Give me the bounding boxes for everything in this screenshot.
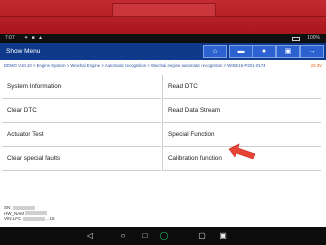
vehicle-info-row: VIN:LFC ...15	[4, 216, 55, 222]
battery-voltage: 23.3V	[308, 60, 322, 71]
pointer-arrow-icon	[228, 143, 256, 160]
vehicle-info-value: ...15	[45, 216, 55, 221]
back-icon[interactable]: ◁	[85, 231, 95, 241]
redacted-value	[12, 205, 35, 210]
menu-clear-dtc[interactable]: Clear DTC	[2, 99, 161, 123]
battery-icon	[292, 37, 300, 41]
menu-system-information[interactable]: System Information	[2, 75, 161, 99]
status-bar: 7:07 ✦ ■ ▲ 100%	[0, 34, 326, 43]
home-icon: ⌂	[212, 48, 218, 55]
exit-button[interactable]: →	[300, 45, 324, 58]
vci-icon[interactable]: ◯	[159, 231, 169, 241]
function-menu: System Information Read DTC Clear DTC Re…	[0, 71, 326, 237]
menu-actuator-test[interactable]: Actuator Test	[2, 123, 161, 147]
android-nav-bar: ◁ ○ □ ◯ ▢ ▣	[0, 227, 326, 245]
home-button[interactable]: ⌂	[203, 45, 227, 58]
page-title: Show Menu	[6, 48, 41, 55]
print-button[interactable]: ▣	[276, 45, 300, 58]
battery-level: 100%	[307, 35, 320, 41]
menu-read-data-stream[interactable]: Read Data Stream	[162, 99, 321, 123]
screenshot-icon[interactable]: ▢	[197, 231, 207, 241]
recent-apps-icon[interactable]: □	[140, 231, 150, 241]
chat-icon: ●	[261, 48, 267, 55]
status-time: 7:07	[5, 35, 15, 41]
redacted-value	[22, 216, 45, 221]
breadcrumb-path: DEMO V10.10 > Engine System > Weichai En…	[4, 63, 266, 68]
vehicle-info: SN: HW_NAM VIN:LFC ...15	[4, 205, 55, 222]
device-top-bezel	[0, 0, 326, 34]
gallery-icon[interactable]: ▣	[218, 231, 228, 241]
vehicle-info-label: VIN:LFC	[4, 216, 22, 221]
redacted-value	[25, 211, 48, 216]
bezel-slot	[112, 3, 216, 17]
vehicle-button[interactable]: ▬	[229, 45, 253, 58]
exit-icon: →	[308, 48, 316, 55]
menu-clear-special-faults[interactable]: Clear special faults	[2, 147, 161, 171]
car-icon: ▬	[237, 48, 245, 55]
notification-icons: ✦ ■ ▲	[24, 35, 44, 41]
menu-read-dtc[interactable]: Read DTC	[162, 75, 321, 99]
printer-icon: ▣	[284, 48, 292, 55]
app-header: Show Menu ⌂ ▬ ● ▣ →	[0, 43, 326, 60]
home-icon[interactable]: ○	[118, 231, 128, 241]
vehicle-info-label: SN:	[4, 205, 12, 210]
message-button[interactable]: ●	[252, 45, 276, 58]
vehicle-info-label: HW_NAM	[4, 210, 24, 216]
tablet-screen: 7:07 ✦ ■ ▲ 100% Show Menu ⌂ ▬ ● ▣ → DEMO…	[0, 34, 326, 245]
